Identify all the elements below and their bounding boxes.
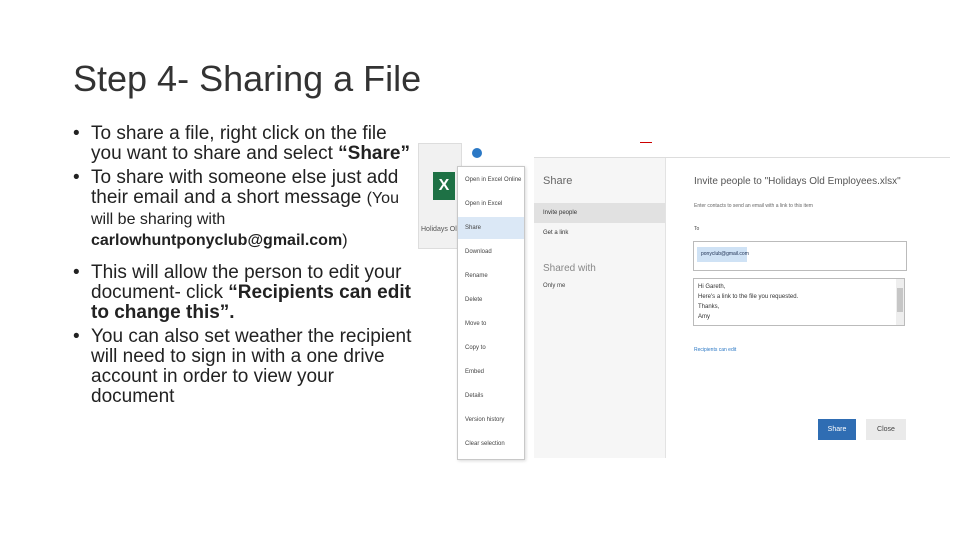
red-dash-mark — [640, 142, 652, 143]
message-line: Here's a link to the file you requested. — [698, 294, 799, 300]
bullet-bold-text: “Share” — [338, 143, 410, 164]
menu-item-clear-selection[interactable]: Clear selection — [458, 433, 524, 455]
slide-title: Step 4- Sharing a File — [73, 58, 422, 99]
menu-item-open-online[interactable]: Open in Excel Online — [458, 169, 524, 191]
enter-contacts-hint: Enter contacts to send an email with a l… — [694, 203, 813, 209]
share-heading: Share — [543, 175, 573, 187]
menu-item-open-excel[interactable]: Open in Excel — [458, 193, 524, 215]
menu-item-details[interactable]: Details — [458, 385, 524, 407]
to-label: To — [694, 226, 700, 232]
invite-people-option[interactable]: Invite people — [534, 203, 665, 223]
bullet-dot-icon: • — [73, 123, 80, 144]
message-line: Amy — [698, 314, 710, 320]
menu-item-copy-to[interactable]: Copy to — [458, 337, 524, 359]
menu-item-rename[interactable]: Rename — [458, 265, 524, 287]
message-field[interactable]: Hi Gareth, Here's a link to the file you… — [693, 278, 905, 326]
menu-item-version-history[interactable]: Version history — [458, 409, 524, 431]
message-line: Thanks, — [698, 304, 720, 310]
menu-item-download[interactable]: Download — [458, 241, 524, 263]
bullet-dot-icon: • — [73, 167, 80, 188]
close-button[interactable]: Close — [866, 419, 906, 440]
bullet-text: To share with someone else just add thei… — [91, 167, 399, 208]
bullet-item: • To share with someone else just add th… — [73, 168, 418, 251]
bullet-small-close: ) — [342, 232, 348, 249]
email-address: carlowhuntponyclub@gmail.com — [91, 232, 343, 249]
bullet-text: You can also set weather the recipient w… — [91, 326, 412, 407]
bullet-list: • To share a file, right click on the fi… — [73, 124, 418, 411]
scrollbar-thumb[interactable] — [897, 288, 903, 312]
get-a-link-option[interactable]: Get a link — [534, 223, 665, 243]
bullet-dot-icon: • — [73, 326, 80, 347]
recipient-chip[interactable]: ponyclub@gmail.com — [697, 247, 749, 262]
menu-item-move-to[interactable]: Move to — [458, 313, 524, 335]
recipients-can-edit-link[interactable]: Recipients can edit — [694, 347, 736, 353]
shared-with-heading: Shared with — [543, 263, 596, 274]
context-menu: Open in Excel Online Open in Excel Share… — [457, 166, 525, 460]
invite-title: Invite people to "Holidays Old Employees… — [694, 176, 901, 187]
bullet-item: • This will allow the person to edit you… — [73, 263, 418, 323]
share-button[interactable]: Share — [818, 419, 856, 440]
only-me-label: Only me — [543, 283, 566, 289]
bullet-item: • To share a file, right click on the fi… — [73, 124, 418, 164]
selected-check-icon — [472, 148, 482, 158]
menu-item-embed[interactable]: Embed — [458, 361, 524, 383]
message-line: Hi Gareth, — [698, 284, 726, 290]
bullet-dot-icon: • — [73, 262, 80, 283]
file-thumbnail[interactable]: X — [418, 143, 462, 249]
excel-icon: X — [433, 172, 455, 200]
menu-item-delete[interactable]: Delete — [458, 289, 524, 311]
bullet-item: • You can also set weather the recipient… — [73, 327, 418, 407]
menu-item-share[interactable]: Share — [458, 217, 524, 239]
